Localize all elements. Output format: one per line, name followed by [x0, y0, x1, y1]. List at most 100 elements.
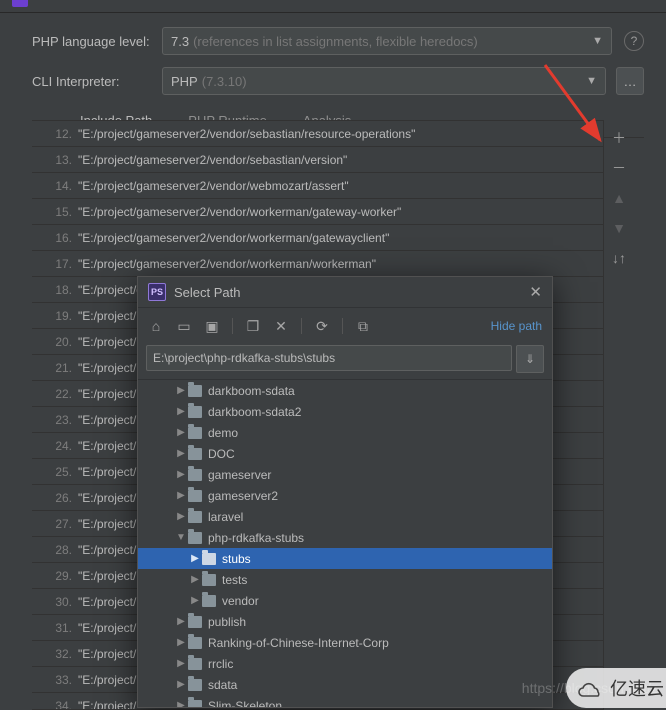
expand-icon[interactable]: ▶ [174, 406, 188, 417]
row-path: "E:/project/ [78, 517, 136, 531]
desktop-icon[interactable]: ▭ [176, 318, 192, 334]
row-path: "E:/project/ [78, 387, 136, 401]
new-folder-icon[interactable]: ❐ [245, 318, 261, 334]
folder-icon [188, 679, 202, 691]
tree-item[interactable]: ▶vendor [138, 590, 552, 611]
cli-interpreter-label: CLI Interpreter: [32, 74, 162, 89]
row-path: "E:/project/ [78, 491, 136, 505]
tree-item[interactable]: ▶Slim-Skeleton [138, 695, 552, 707]
expand-icon[interactable]: ▶ [188, 574, 202, 585]
expand-icon[interactable]: ▶ [174, 700, 188, 707]
row-path: "E:/project/ [78, 595, 136, 609]
row-path: "E:/project/ [78, 569, 136, 583]
expand-icon[interactable]: ▶ [174, 385, 188, 396]
folder-icon [188, 406, 202, 418]
cloud-text: 亿速云 [610, 675, 664, 701]
list-item[interactable]: 13. "E:/project/gameserver2/vendor/sebast… [32, 147, 603, 173]
folder-icon [202, 553, 216, 565]
folder-icon [202, 595, 216, 607]
cli-browse-button[interactable]: … [616, 67, 644, 95]
sort-button[interactable]: ↓↑ [611, 250, 627, 266]
tree-item[interactable]: ▶ gameserver [138, 464, 552, 485]
tree-item[interactable]: ▶ sdata [138, 674, 552, 695]
php-level-select[interactable]: 7.3 (references in list assignments, fle… [162, 27, 612, 55]
tree-item[interactable]: ▶gameserver2 [138, 485, 552, 506]
tree-item[interactable]: ▶ stubs [138, 548, 552, 569]
refresh-icon[interactable]: ⟳ [314, 318, 330, 334]
show-hidden-icon[interactable]: ⧉ [355, 318, 371, 334]
tree-item-label: gameserver [208, 468, 271, 482]
list-item[interactable]: 15."E:/project/gameserver2/vendor/worker… [32, 199, 603, 225]
folder-icon [188, 469, 202, 481]
tree-item[interactable]: ▶Ranking-of-Chinese-Internet-Corp [138, 632, 552, 653]
tree-item[interactable]: ▶ laravel [138, 506, 552, 527]
expand-icon[interactable]: ▶ [174, 658, 188, 669]
row-number: 21. [44, 361, 72, 375]
row-number: 22. [44, 387, 72, 401]
delete-icon[interactable]: ✕ [273, 318, 289, 334]
tree-item-label: demo [208, 426, 238, 440]
move-up-button[interactable]: ▲ [611, 190, 627, 206]
add-button[interactable]: ＋ [611, 130, 627, 146]
expand-icon[interactable]: ▶ [188, 595, 202, 606]
close-icon[interactable]: ✕ [529, 283, 542, 301]
tree-item[interactable]: ▼ php-rdkafka-stubs [138, 527, 552, 548]
row-number: 26. [44, 491, 72, 505]
tree-item[interactable]: ▶darkboom-sdata [138, 380, 552, 401]
cli-interpreter-select[interactable]: PHP (7.3.10) ▼ [162, 67, 606, 95]
hide-path-link[interactable]: Hide path [491, 319, 542, 333]
row-number: 32. [44, 647, 72, 661]
row-path: "E:/project/gameserver2/vendor/webmozart… [78, 179, 349, 193]
row-path: "E:/project/gameserver2/vendor/sebastian… [78, 153, 347, 167]
app-icon [12, 0, 28, 7]
php-level-value: 7.3 [171, 34, 189, 49]
row-number: 12. [44, 127, 72, 141]
cloud-badge: 亿速云 [566, 668, 666, 708]
expand-icon[interactable]: ▶ [174, 616, 188, 627]
expand-icon[interactable]: ▶ [174, 511, 188, 522]
folder-icon [188, 700, 202, 708]
folder-icon [188, 511, 202, 523]
directory-tree[interactable]: ▶darkboom-sdata▶darkboom-sdata2▶demo▶DOC… [138, 379, 552, 707]
row-number: 20. [44, 335, 72, 349]
expand-icon[interactable]: ▶ [188, 553, 202, 564]
tree-item-label: DOC [208, 447, 235, 461]
row-path: "E:/project/ [78, 673, 136, 687]
tree-item[interactable]: ▶ demo [138, 422, 552, 443]
tree-item-label: sdata [208, 678, 237, 692]
tree-item[interactable]: ▶tests [138, 569, 552, 590]
expand-icon[interactable]: ▶ [174, 679, 188, 690]
row-path: "E:/project/ [78, 647, 136, 661]
expand-icon[interactable]: ▶ [174, 427, 188, 438]
tree-item[interactable]: ▶darkboom-sdata2 [138, 401, 552, 422]
tree-item[interactable]: ▶rrclic [138, 653, 552, 674]
expand-icon[interactable]: ▶ [174, 490, 188, 501]
project-icon[interactable]: ▣ [204, 318, 220, 334]
help-icon[interactable]: ? [624, 31, 644, 51]
expand-icon[interactable]: ▼ [174, 532, 188, 543]
home-icon[interactable]: ⌂ [148, 318, 164, 334]
path-input[interactable] [146, 345, 512, 371]
row-path: "E:/project/gameserver2/vendor/sebastian… [78, 127, 415, 141]
tree-item-label: php-rdkafka-stubs [208, 531, 304, 545]
row-number: 25. [44, 465, 72, 479]
row-number: 13. [44, 153, 72, 167]
list-item[interactable]: 17."E:/project/gameserver2/vendor/worker… [32, 251, 603, 277]
folder-icon [202, 574, 216, 586]
tree-item-label: laravel [208, 510, 243, 524]
row-path: "E:/project/ [78, 309, 136, 323]
remove-button[interactable]: － [611, 160, 627, 176]
expand-icon[interactable]: ▶ [174, 469, 188, 480]
list-item[interactable]: 12. "E:/project/gameserver2/vendor/sebast… [32, 121, 603, 147]
move-down-button[interactable]: ▼ [611, 220, 627, 236]
row-path: "E:/project/ [78, 413, 136, 427]
list-item[interactable]: 14."E:/project/gameserver2/vendor/webmoz… [32, 173, 603, 199]
expand-icon[interactable]: ▶ [174, 637, 188, 648]
tree-item[interactable]: ▶ DOC [138, 443, 552, 464]
list-item[interactable]: 16."E:/project/gameserver2/vendor/worker… [32, 225, 603, 251]
tree-item[interactable]: ▶publish [138, 611, 552, 632]
history-button[interactable]: ⇓ [516, 345, 544, 373]
tree-item-label: stubs [222, 552, 251, 566]
expand-icon[interactable]: ▶ [174, 448, 188, 459]
dialog-title: Select Path [174, 285, 529, 300]
